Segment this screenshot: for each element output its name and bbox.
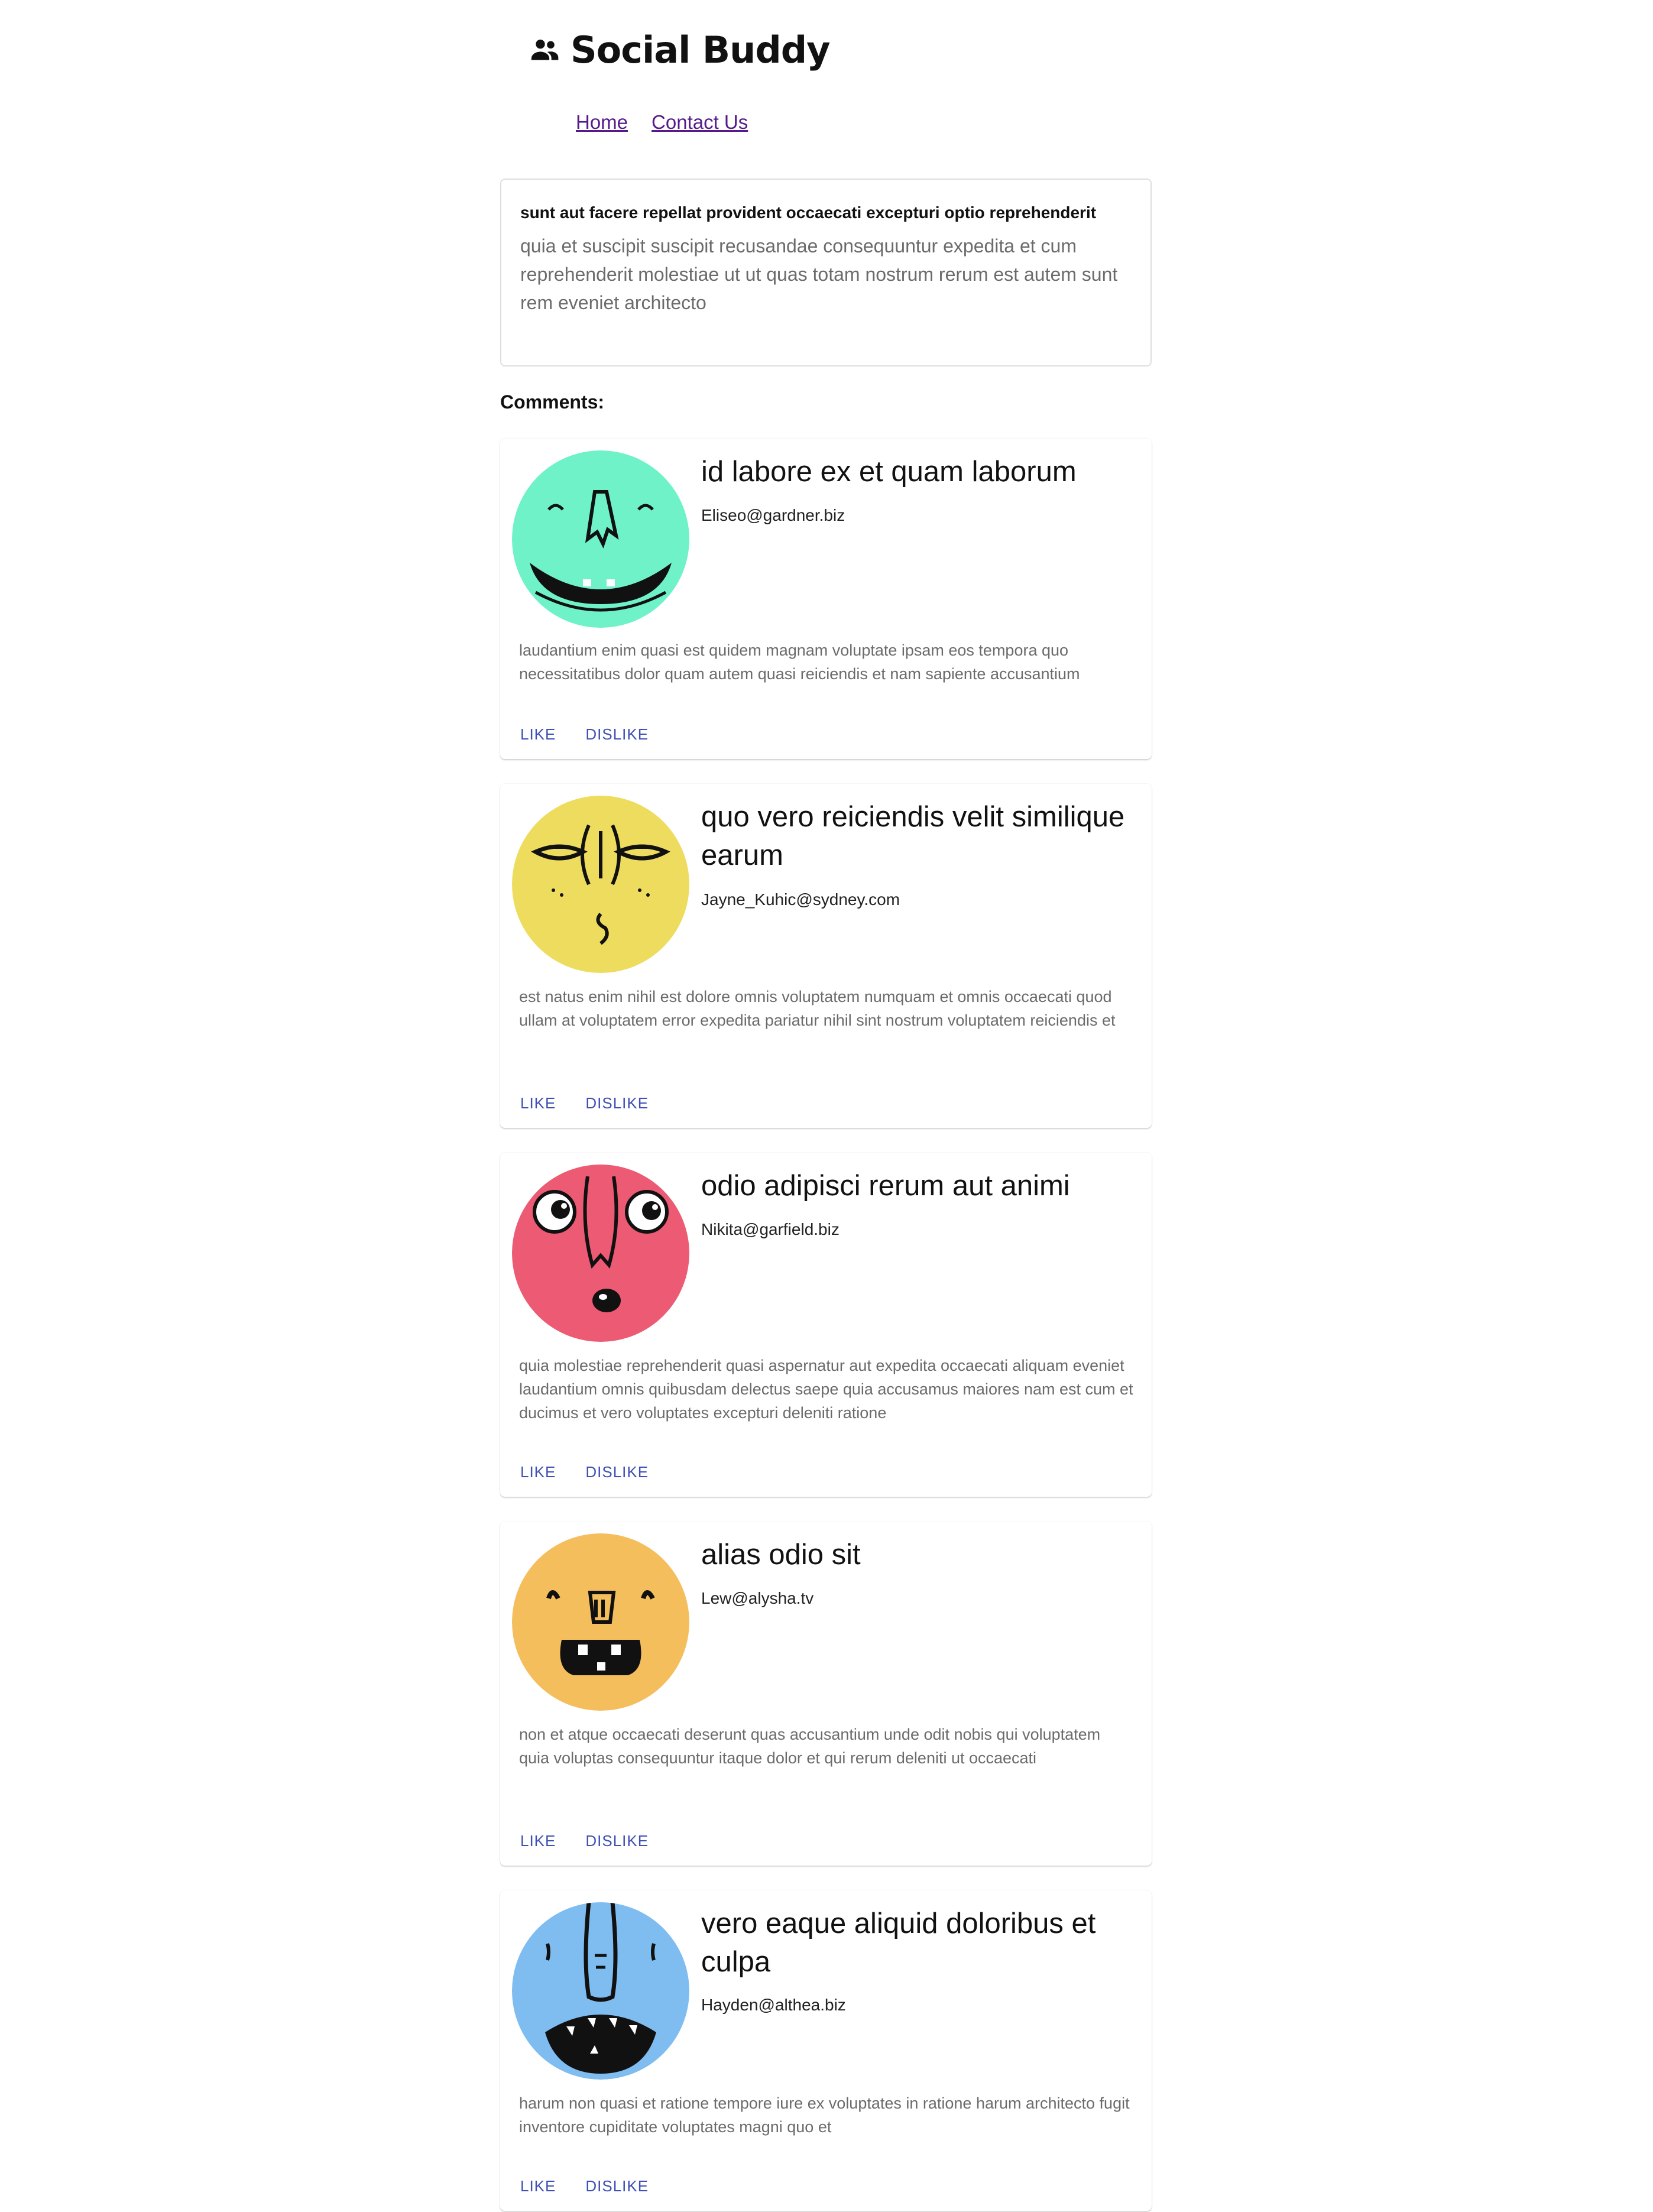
comment-email: Lew@alysha.tv bbox=[701, 1589, 814, 1607]
dislike-button[interactable]: DISLIKE bbox=[576, 1824, 658, 1859]
like-button[interactable]: LIKE bbox=[511, 1455, 565, 1490]
nav-link-home[interactable]: Home bbox=[576, 111, 628, 134]
comment-name: quo vero reiciendis velit similique earu… bbox=[701, 801, 1125, 871]
comment-name: vero eaque aliquid doloribus et culpa bbox=[701, 1908, 1096, 1978]
comment-actions: LIKE DISLIKE bbox=[511, 2169, 658, 2204]
comment-email: Nikita@garfield.biz bbox=[701, 1220, 840, 1238]
comment-actions: LIKE DISLIKE bbox=[511, 1455, 658, 1490]
comment-actions: LIKE DISLIKE bbox=[511, 1086, 658, 1121]
comment-email: Eliseo@gardner.biz bbox=[701, 506, 845, 524]
post-card: sunt aut facere repellat provident occae… bbox=[500, 179, 1152, 366]
monster-face-avatar bbox=[512, 1165, 689, 1342]
comment-name: alias odio sit bbox=[701, 1539, 861, 1571]
comment-card: alias odio sit Lew@alysha.tv non et atqu… bbox=[500, 1522, 1152, 1866]
people-icon bbox=[531, 39, 559, 60]
comment-body: est natus enim nihil est dolore omnis vo… bbox=[519, 988, 1116, 1029]
comment-actions: LIKE DISLIKE bbox=[511, 717, 658, 752]
comment-body: laudantium enim quasi est quidem magnam … bbox=[519, 641, 1080, 683]
comments-heading: Comments: bbox=[500, 391, 605, 413]
avatar bbox=[512, 1165, 689, 1342]
monster-face-avatar bbox=[512, 796, 689, 973]
avatar bbox=[512, 1533, 689, 1711]
comment-card: odio adipisci rerum aut animi Nikita@gar… bbox=[500, 1153, 1152, 1497]
monster-face-avatar bbox=[512, 1902, 689, 2080]
like-button[interactable]: LIKE bbox=[511, 1086, 565, 1121]
avatar bbox=[512, 1902, 689, 2080]
page: Social Buddy Home Contact Us sunt aut fa… bbox=[0, 0, 1653, 2212]
comment-name: odio adipisci rerum aut animi bbox=[701, 1170, 1070, 1202]
dislike-button[interactable]: DISLIKE bbox=[576, 2169, 658, 2204]
app-title: Social Buddy bbox=[571, 28, 830, 72]
avatar bbox=[512, 796, 689, 973]
dislike-button[interactable]: DISLIKE bbox=[576, 717, 658, 752]
monster-face-avatar bbox=[512, 1533, 689, 1711]
main-nav: Home Contact Us bbox=[576, 111, 748, 134]
post-title: sunt aut facere repellat provident occae… bbox=[520, 203, 1097, 222]
comment-email: Jayne_Kuhic@sydney.com bbox=[701, 890, 900, 909]
comment-card: vero eaque aliquid doloribus et culpa Ha… bbox=[500, 1890, 1152, 2211]
post-body: quia et suscipit suscipit recusandae con… bbox=[520, 235, 1118, 313]
comment-body: quia molestiae reprehenderit quasi asper… bbox=[519, 1357, 1133, 1422]
dislike-button[interactable]: DISLIKE bbox=[576, 1086, 658, 1121]
comment-card: quo vero reiciendis velit similique earu… bbox=[500, 784, 1152, 1128]
comment-card: id labore ex et quam laborum Eliseo@gard… bbox=[500, 439, 1152, 759]
like-button[interactable]: LIKE bbox=[511, 2169, 565, 2204]
monster-face-avatar bbox=[512, 450, 689, 628]
like-button[interactable]: LIKE bbox=[511, 1824, 565, 1859]
comment-body: non et atque occaecati deserunt quas acc… bbox=[519, 1726, 1101, 1767]
comment-body: harum non quasi et ratione tempore iure … bbox=[519, 2094, 1130, 2136]
dislike-button[interactable]: DISLIKE bbox=[576, 1455, 658, 1490]
comment-email: Hayden@althea.biz bbox=[701, 1996, 846, 2014]
comment-actions: LIKE DISLIKE bbox=[511, 1824, 658, 1859]
like-button[interactable]: LIKE bbox=[511, 717, 565, 752]
comment-name: id labore ex et quam laborum bbox=[701, 456, 1077, 488]
avatar bbox=[512, 450, 689, 628]
brand: Social Buddy bbox=[528, 21, 830, 78]
nav-link-contact[interactable]: Contact Us bbox=[652, 111, 748, 134]
